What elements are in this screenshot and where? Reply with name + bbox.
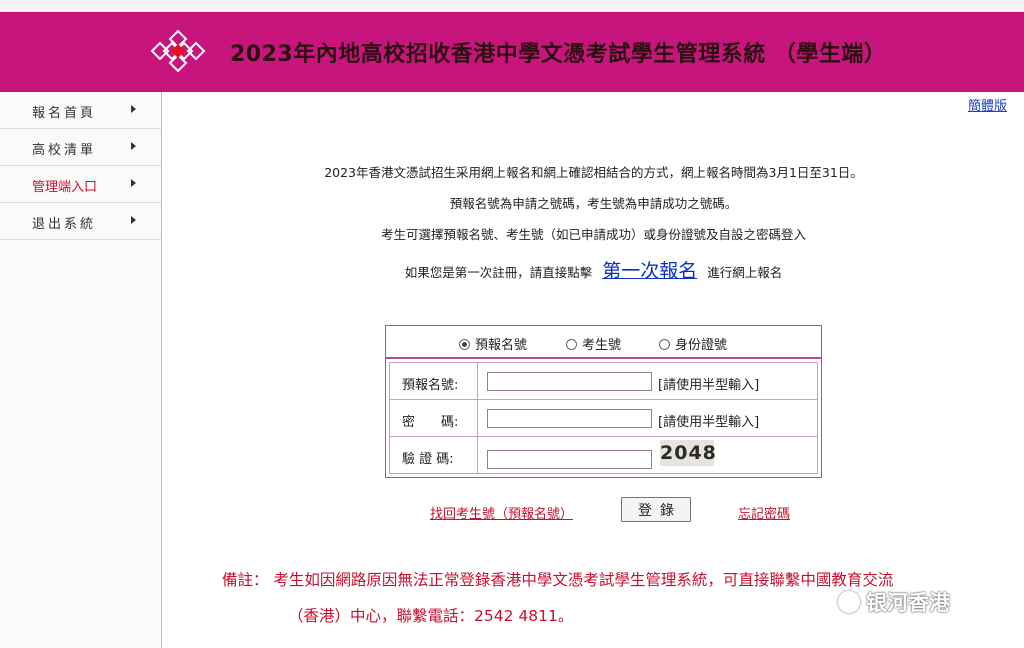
first-registration-prefix: 如果您是第一次註冊，請直接點擊: [404, 265, 593, 280]
triangle-right-icon: [131, 216, 136, 224]
diamond-logo-icon: [150, 29, 206, 73]
captcha-image[interactable]: 2048: [660, 440, 716, 466]
sidebar-item-label: 退出系統: [32, 217, 97, 232]
login-button[interactable]: 登錄: [621, 497, 691, 522]
captcha-input[interactable]: [487, 450, 652, 469]
prereg-number-input[interactable]: [487, 372, 652, 391]
radio-unselected-icon: [566, 339, 577, 350]
sidebar-nav: 報名首頁 高校清單 管理端入口 退出系統: [0, 92, 162, 648]
prereg-number-hint: [請使用半型輸入]: [658, 378, 760, 393]
first-registration-suffix: 進行網上報名: [707, 265, 783, 280]
simplified-chinese-link[interactable]: 簡體版: [968, 95, 1007, 114]
intro-line-2: 預報名號為申請之號碼，考生號為申請成功之號碼。: [449, 196, 738, 211]
remark-note: 備註： 考生如因網路原因無法正常登錄香港中學文憑考試學生管理系統，可直接聯繫中國…: [222, 562, 893, 634]
password-label: 密 碼:: [402, 415, 459, 430]
recover-candidate-number-link[interactable]: 找回考生號（預報名號）: [430, 503, 573, 522]
intro-line-3: 考生可選擇預報名號、考生號（如已申請成功）或身份證號及自設之密碼登入: [380, 227, 806, 242]
captcha-row: 驗 證 碼: 2048: [389, 436, 818, 474]
wechat-logo-icon: [838, 591, 860, 613]
first-registration-link[interactable]: 第一次報名: [602, 260, 697, 282]
sidebar-item-label: 高校清單: [32, 143, 97, 158]
login-type-selector: 預報名號 考生號 身份證號: [385, 325, 822, 358]
sidebar-item-logout[interactable]: 退出系統: [0, 203, 161, 240]
password-hint: [請使用半型輸入]: [658, 415, 760, 430]
sidebar-item-label: 報名首頁: [32, 106, 97, 121]
prereg-number-label: 預報名號:: [402, 378, 459, 393]
captcha-label: 驗 證 碼:: [402, 452, 454, 467]
remark-line-1: 備註： 考生如因網路原因無法正常登錄香港中學文憑考試學生管理系統，可直接聯繫中國…: [222, 571, 894, 589]
wechat-watermark: 银河香港: [838, 587, 950, 617]
intro-line-1: 2023年香港文憑試招生采用網上報名和網上確認相結合的方式，網上報名時間為3月1…: [324, 165, 863, 180]
triangle-right-icon: [131, 105, 136, 113]
password-input[interactable]: [487, 409, 652, 428]
radio-candidate-number[interactable]: 考生號: [566, 334, 621, 353]
sidebar-item-home[interactable]: 報名首頁: [0, 92, 161, 129]
sidebar-item-label: 管理端入口: [32, 180, 98, 195]
radio-unselected-icon: [659, 339, 670, 350]
triangle-right-icon: [131, 179, 136, 187]
sidebar-item-university-list[interactable]: 高校清單: [0, 129, 161, 166]
intro-line-4: 如果您是第一次註冊，請直接點擊 第一次報名 進行網上報名: [163, 256, 1024, 283]
remark-line-2: （香港）中心，聯繫電話：2542 4811。: [288, 607, 574, 625]
radio-id-card-number[interactable]: 身份證號: [659, 334, 727, 353]
radio-prereg-number[interactable]: 預報名號: [459, 334, 527, 353]
system-title: 2023年內地高校招收香港中學文憑考試學生管理系統 （學生端）: [230, 42, 887, 67]
forgot-password-link[interactable]: 忘記密碼: [738, 503, 790, 522]
sidebar-item-admin-portal[interactable]: 管理端入口: [0, 166, 161, 203]
prereg-number-row: 預報名號: [請使用半型輸入]: [389, 362, 818, 400]
password-row: 密 碼: [請使用半型輸入]: [389, 399, 818, 437]
browser-top-strip: [0, 0, 1024, 12]
site-header: 2023年內地高校招收香港中學文憑考試學生管理系統 （學生端）: [0, 12, 1024, 92]
login-form: 預報名號: [請使用半型輸入] 密 碼: [請使用半型輸入] 驗 證 碼: 20…: [385, 358, 822, 478]
radio-selected-icon: [459, 339, 470, 350]
triangle-right-icon: [131, 142, 136, 150]
